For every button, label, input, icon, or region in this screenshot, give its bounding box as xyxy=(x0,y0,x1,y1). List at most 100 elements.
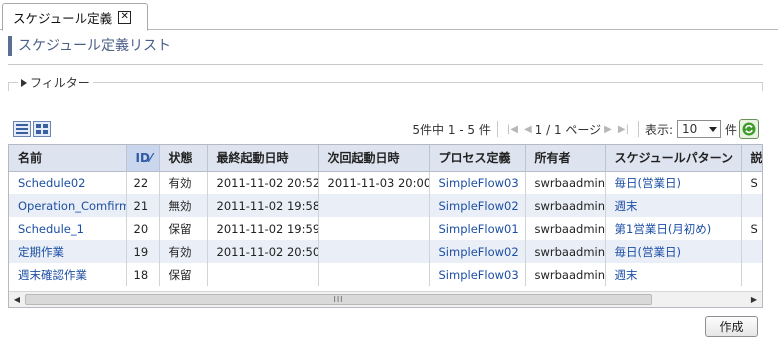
schedule-id: 21 xyxy=(126,194,160,217)
schedule-name-link[interactable]: Schedule02 xyxy=(9,171,127,194)
first-page-icon[interactable]: |◀ xyxy=(507,124,518,135)
owner: swrbaadmin xyxy=(525,171,606,194)
prev-page-icon[interactable]: ◀ xyxy=(524,124,532,135)
pattern-link[interactable]: 毎日(営業日) xyxy=(605,240,742,263)
owner: swrbaadmin xyxy=(525,217,606,240)
table-row: 定期作業 19 有効 2011-11-02 20:50 SimpleFlow02… xyxy=(9,240,762,263)
table-row: Operation_Comfirm 21 無効 2011-11-02 19:58… xyxy=(9,194,762,217)
schedule-id: 18 xyxy=(126,263,160,286)
display-label: 表示: xyxy=(644,122,673,137)
description xyxy=(741,194,762,217)
view-switcher xyxy=(13,121,51,137)
pattern-link[interactable]: 週末 xyxy=(605,194,742,217)
title-divider xyxy=(8,64,763,65)
column-header-last-run[interactable]: 最終起動日時 xyxy=(207,145,319,172)
column-header-pattern[interactable]: スケジュールパターン xyxy=(605,145,742,172)
description xyxy=(741,263,762,286)
detail-view-icon xyxy=(36,124,48,134)
unit-label: 件 xyxy=(724,122,737,137)
schedule-id: 22 xyxy=(126,171,160,194)
schedule-name-link[interactable]: Operation_Comfirm xyxy=(9,194,127,217)
table-row: 週末確認作業 18 保留 SimpleFlow03 swrbaadmin 週末 xyxy=(9,263,762,286)
column-header-name[interactable]: 名前 xyxy=(9,145,127,172)
filter-label: フィルター xyxy=(30,76,90,90)
column-header-owner[interactable]: 所有者 xyxy=(525,145,606,172)
page-info: 1 / 1 ページ xyxy=(534,122,602,137)
last-run-time: 2011-11-02 19:58 xyxy=(207,194,319,217)
next-page-icon[interactable]: ▶ xyxy=(604,124,612,135)
pattern-link[interactable]: 週末 xyxy=(605,263,742,286)
schedule-id: 19 xyxy=(126,240,160,263)
tab-bar: スケジュール定義 ✕ xyxy=(0,0,778,31)
schedule-status: 有効 xyxy=(159,171,208,194)
last-run-time xyxy=(207,263,319,286)
schedule-name-link[interactable]: 週末確認作業 xyxy=(9,263,127,286)
process-link[interactable]: SimpleFlow01 xyxy=(429,217,526,240)
pager: 5件中 1 - 5 件 |◀ ◀ 1 / 1 ページ ▶ ▶| 表示: 10 件 xyxy=(412,118,759,140)
description: S xyxy=(741,171,762,194)
schedule-status: 保留 xyxy=(159,217,208,240)
schedule-status: 保留 xyxy=(159,263,208,286)
column-header-next-run[interactable]: 次回起動日時 xyxy=(318,145,430,172)
description: S xyxy=(741,217,762,240)
owner: swrbaadmin xyxy=(525,240,606,263)
triangle-right-icon xyxy=(21,78,27,87)
description xyxy=(741,240,762,263)
grip-icon: III xyxy=(333,295,344,304)
scroll-right-icon[interactable]: ▶ xyxy=(746,292,762,307)
list-view-icon xyxy=(16,124,28,134)
tab-title: スケジュール定義 xyxy=(13,10,113,26)
filter-fieldset xyxy=(8,82,763,91)
column-header-status[interactable]: 状態 xyxy=(159,145,208,172)
record-summary: 5件中 1 - 5 件 xyxy=(412,122,491,137)
pager-divider xyxy=(637,121,639,137)
horizontal-scrollbar[interactable]: ◀ III ▶ xyxy=(9,291,762,307)
pattern-link[interactable]: 第1営業日(月初め) xyxy=(605,217,742,240)
column-header-id[interactable]: ID⁄ xyxy=(126,145,160,172)
tab-schedule-definition[interactable]: スケジュール定義 ✕ xyxy=(2,3,148,31)
table-header-row: 名前 ID⁄ 状態 最終起動日時 次回起動日時 プロセス定義 所有者 スケジュー… xyxy=(9,145,762,172)
close-icon[interactable]: ✕ xyxy=(118,10,132,24)
column-header-description[interactable]: 説 xyxy=(741,145,762,172)
schedule-status: 無効 xyxy=(159,194,208,217)
toolbar: 5件中 1 - 5 件 |◀ ◀ 1 / 1 ページ ▶ ▶| 表示: 10 件 xyxy=(8,116,763,142)
table-row: Schedule02 22 有効 2011-11-02 20:52 2011-1… xyxy=(9,171,762,194)
refresh-icon xyxy=(742,122,756,136)
scroll-left-icon[interactable]: ◀ xyxy=(9,292,25,307)
schedule-table: 名前 ID⁄ 状態 最終起動日時 次回起動日時 プロセス定義 所有者 スケジュー… xyxy=(8,144,763,308)
schedule-status: 有効 xyxy=(159,240,208,263)
process-link[interactable]: SimpleFlow03 xyxy=(429,171,526,194)
last-run-time: 2011-11-02 20:50 xyxy=(207,240,319,263)
detail-view-button[interactable] xyxy=(33,121,51,137)
owner: swrbaadmin xyxy=(525,263,606,286)
next-run-time xyxy=(318,263,430,286)
last-run-time: 2011-11-02 20:52 xyxy=(207,171,319,194)
schedule-name-link[interactable]: Schedule_1 xyxy=(9,217,127,240)
filter-toggle[interactable]: フィルター xyxy=(18,74,93,91)
create-button[interactable]: 作成 xyxy=(705,316,758,337)
chevron-down-icon xyxy=(708,126,717,132)
pattern-link[interactable]: 毎日(営業日) xyxy=(605,171,742,194)
column-header-process[interactable]: プロセス定義 xyxy=(429,145,526,172)
refresh-button[interactable] xyxy=(739,119,759,139)
table-row: Schedule_1 20 保留 2011-11-02 19:59 Simple… xyxy=(9,217,762,240)
next-run-time xyxy=(318,217,430,240)
column-header-id-label: ID xyxy=(135,150,150,165)
pager-divider xyxy=(496,121,498,137)
page-size-value: 10 xyxy=(681,122,698,136)
process-link[interactable]: SimpleFlow02 xyxy=(429,240,526,263)
owner: swrbaadmin xyxy=(525,194,606,217)
page-size-select[interactable]: 10 xyxy=(676,120,721,138)
last-run-time: 2011-11-02 19:59 xyxy=(207,217,319,240)
scrollbar-thumb[interactable]: III xyxy=(25,294,652,305)
page-title: スケジュール定義リスト xyxy=(8,36,171,56)
process-link[interactable]: SimpleFlow02 xyxy=(429,194,526,217)
last-page-icon[interactable]: ▶| xyxy=(618,124,629,135)
schedule-id: 20 xyxy=(126,217,160,240)
next-run-time xyxy=(318,194,430,217)
list-view-button[interactable] xyxy=(13,121,31,137)
schedule-name-link[interactable]: 定期作業 xyxy=(9,240,127,263)
process-link[interactable]: SimpleFlow03 xyxy=(429,263,526,286)
next-run-time xyxy=(318,240,430,263)
next-run-time: 2011-11-03 20:00 xyxy=(318,171,430,194)
